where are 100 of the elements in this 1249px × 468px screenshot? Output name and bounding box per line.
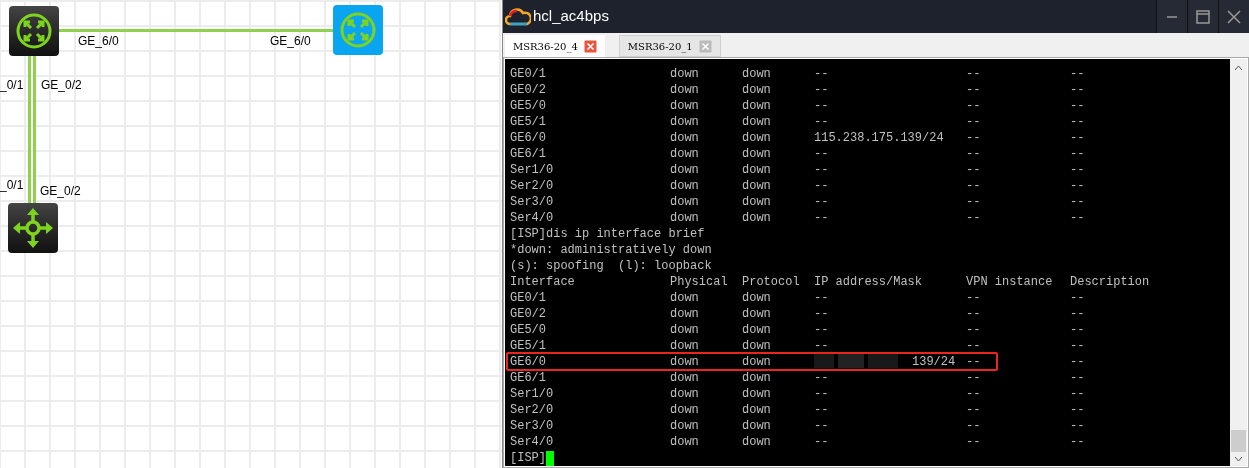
terminal-cell: --	[966, 306, 981, 322]
terminal-cell: down	[742, 322, 771, 338]
port-label: _0/1	[0, 178, 24, 192]
terminal-cell: --	[966, 162, 981, 178]
terminal-cell: --	[966, 130, 981, 146]
terminal-cell: --	[966, 98, 981, 114]
port-label: GE_0/2	[40, 184, 81, 198]
terminal-cell: --	[966, 146, 981, 162]
terminal-cell: VPN instance	[966, 274, 1053, 290]
terminal-cell: --	[1070, 290, 1085, 306]
terminal-cell: --	[814, 386, 829, 402]
terminal-cell: --	[1070, 322, 1085, 338]
terminal-cell: --	[1070, 338, 1085, 354]
close-button[interactable]	[1218, 0, 1249, 33]
terminal-cell: --	[966, 178, 981, 194]
terminal-cell: --	[814, 338, 829, 354]
terminal-cell: --	[814, 434, 829, 450]
terminal-cell: --	[1070, 66, 1085, 82]
terminal-cell: --	[814, 290, 829, 306]
terminal-cell: down	[742, 210, 771, 226]
terminal-cell: --	[814, 146, 829, 162]
terminal-cell: down	[742, 82, 771, 98]
terminal-cell: --	[1070, 370, 1085, 386]
terminal-cell: --	[814, 114, 829, 130]
terminal-cell: down	[742, 130, 771, 146]
terminal-cell: down	[742, 370, 771, 386]
session-tab[interactable]: MSR36-20_4	[505, 35, 605, 57]
terminal-cell: GE0/2	[510, 82, 546, 98]
terminal-cell: Ser2/0	[510, 402, 554, 418]
terminal-cell: --	[814, 306, 829, 322]
terminal-cell: GE0/2	[510, 306, 546, 322]
terminal-cell: down	[742, 194, 771, 210]
scrollbar[interactable]	[1230, 59, 1247, 466]
terminal-cell: down	[670, 98, 699, 114]
terminal-cell: GE5/1	[510, 114, 546, 130]
maximize-button[interactable]	[1187, 0, 1218, 33]
terminal-cell: --	[814, 370, 829, 386]
terminal-cell: Description	[1070, 274, 1150, 290]
terminal-cell: Ser3/0	[510, 418, 554, 434]
terminal-cell: Ser1/0	[510, 162, 554, 178]
terminal-cell: down	[670, 178, 699, 194]
cursor	[546, 450, 554, 466]
prompt-text: [ISP]	[510, 450, 546, 466]
terminal-cell: --	[814, 418, 829, 434]
terminal-cell: Physical	[670, 274, 728, 290]
terminal-cell: --	[814, 194, 829, 210]
terminal-cell: Protocol	[742, 274, 800, 290]
terminal-cell: --	[814, 82, 829, 98]
session-tab[interactable]: MSR36-20_1	[618, 35, 721, 57]
terminal-cell: --	[966, 82, 981, 98]
scrollbar-thumb[interactable]	[1231, 430, 1246, 452]
terminal-cell: down	[742, 354, 771, 370]
terminal-cell: --	[966, 322, 981, 338]
router-node[interactable]	[9, 6, 59, 56]
terminal-cell: down	[670, 114, 699, 130]
terminal-cell: --	[1070, 434, 1085, 450]
terminal-cell: down	[742, 434, 771, 450]
terminal-cell: --	[966, 418, 981, 434]
terminal-cell: --	[966, 66, 981, 82]
terminal-cell: down	[742, 66, 771, 82]
close-icon[interactable]	[583, 39, 597, 53]
terminal-cell: GE5/1	[510, 338, 546, 354]
terminal-cell: --	[966, 338, 981, 354]
terminal-cell: down	[742, 178, 771, 194]
terminal-cell: down	[670, 210, 699, 226]
terminal-cell: --	[1070, 418, 1085, 434]
terminal-cell: down	[742, 402, 771, 418]
terminal-cell: Ser3/0	[510, 194, 554, 210]
terminal-cell: --	[1070, 130, 1085, 146]
terminal-cell: Interface	[510, 274, 575, 290]
terminal-cell: down	[742, 418, 771, 434]
terminal-cell: --	[966, 194, 981, 210]
terminal-cell: 139/24	[912, 354, 956, 370]
terminal-cell: --	[1070, 178, 1085, 194]
terminal-cell: down	[670, 434, 699, 450]
terminal-cell: --	[966, 210, 981, 226]
terminal-cell: --	[814, 402, 829, 418]
close-icon	[1227, 9, 1241, 24]
router-node[interactable]	[333, 5, 383, 55]
switch-node[interactable]	[8, 203, 58, 253]
terminal-line: (s): spoofing (l): loopback	[510, 258, 713, 274]
terminal-line: [ISP]dis ip interface brief	[510, 226, 706, 242]
terminal-cell: GE0/1	[510, 290, 546, 306]
terminal-cell: GE6/0	[510, 130, 546, 146]
terminal-cell: --	[814, 178, 829, 194]
terminal-cell: Ser4/0	[510, 210, 554, 226]
terminal-cell: --	[966, 354, 981, 370]
terminal-cell: down	[670, 354, 699, 370]
terminal-cell: GE0/1	[510, 66, 546, 82]
terminal-cell: down	[742, 338, 771, 354]
four-arrows-icon	[12, 207, 54, 249]
terminal-cell: down	[670, 66, 699, 82]
terminal-cell: down	[742, 386, 771, 402]
terminal-cell: GE5/0	[510, 322, 546, 338]
terminal-cell: down	[670, 402, 699, 418]
terminal-cell: down	[670, 130, 699, 146]
terminal-cell: --	[966, 386, 981, 402]
terminal-cell: --	[966, 402, 981, 418]
terminal-cell: 115.238.175.139/24	[814, 130, 944, 146]
terminal-line: *down: administratively down	[510, 242, 713, 258]
